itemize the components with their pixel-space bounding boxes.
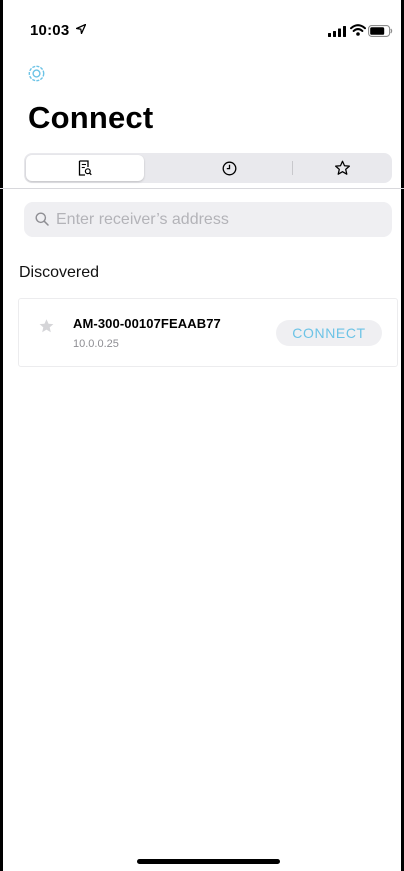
- connect-button[interactable]: CONNECT: [276, 320, 382, 346]
- device-name: AM-300-00107FEAAB77: [73, 316, 221, 331]
- tab-recent[interactable]: [170, 155, 288, 181]
- wifi-icon: [350, 24, 366, 36]
- tab-discover[interactable]: [26, 155, 144, 181]
- cellular-signal-icon: [328, 26, 346, 37]
- clock-icon: [222, 161, 236, 175]
- page-title: Connect: [28, 100, 154, 135]
- favorite-star-icon[interactable]: [38, 318, 55, 334]
- segment-divider: [292, 161, 293, 175]
- battery-icon: [368, 25, 393, 37]
- search-input[interactable]: [56, 202, 386, 237]
- search-field: [24, 202, 392, 237]
- star-icon: [334, 160, 350, 175]
- view-segmented-control: [24, 153, 392, 183]
- device-card: AM-300-00107FEAAB77 10.0.0.25 CONNECT: [18, 298, 398, 367]
- document-search-icon: [78, 160, 92, 176]
- section-title-discovered: Discovered: [19, 264, 100, 281]
- device-ip-address: 10.0.0.25: [73, 338, 119, 350]
- status-time: 10:03: [30, 22, 70, 39]
- status-bar: 10:03: [0, 0, 404, 56]
- header-divider: [0, 188, 404, 189]
- location-arrow-icon: [76, 24, 86, 34]
- home-indicator: [137, 859, 280, 864]
- settings-icon[interactable]: [28, 65, 45, 82]
- search-icon: [35, 212, 49, 226]
- tab-favorites[interactable]: [294, 155, 390, 181]
